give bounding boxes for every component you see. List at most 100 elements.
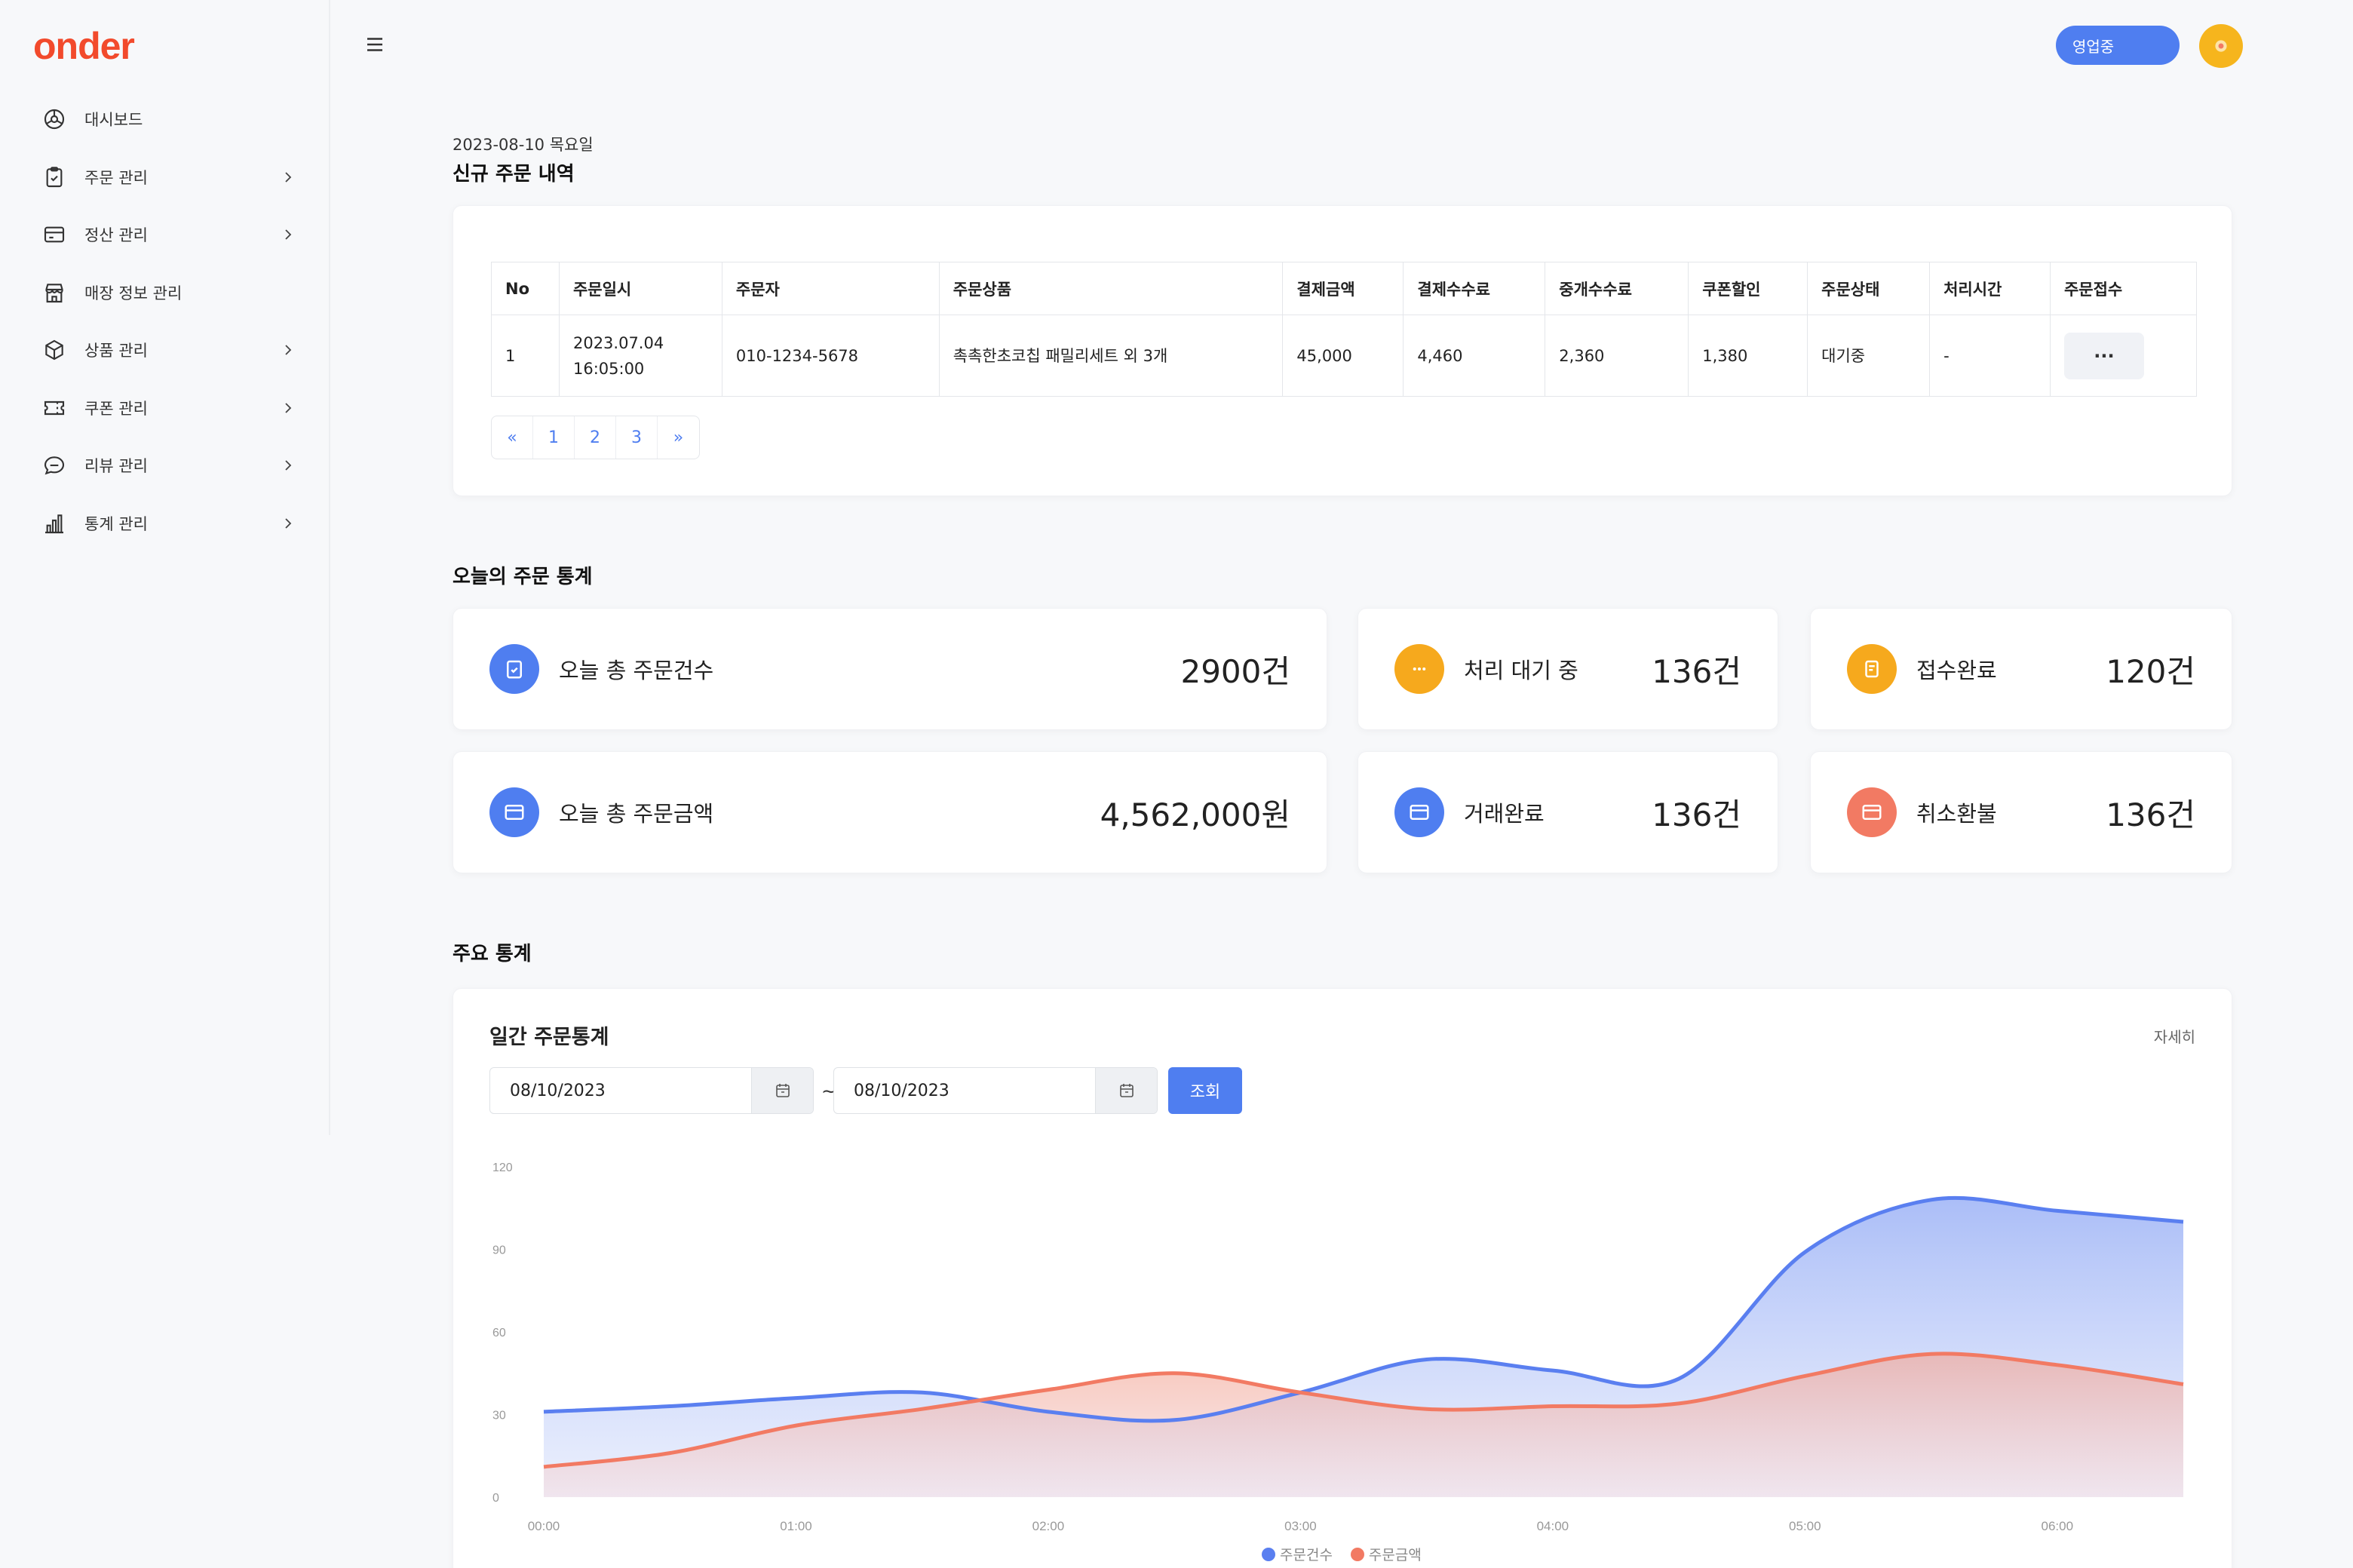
column-header-process-time: 처리시간	[1929, 262, 2051, 315]
sidebar-item-label: 리뷰 관리	[84, 457, 148, 476]
avatar[interactable]	[2199, 24, 2243, 68]
stat-label: 처리 대기 중	[1464, 658, 1578, 683]
cell-accept: ···	[2049, 315, 2198, 397]
hamburger-menu-icon[interactable]	[364, 33, 386, 56]
pagination-page-2[interactable]: 2	[575, 416, 616, 459]
chevron-right-icon	[285, 172, 292, 183]
new-orders-card: No 주문일시 주문자 주문상품 결제금액 결제수수료 중개수수료 쿠폰할인 주…	[452, 205, 2232, 496]
cell-customer: 010-1234-5678	[721, 315, 940, 397]
column-header-payment: 결제금액	[1282, 262, 1404, 315]
cell-process-time: -	[1929, 315, 2051, 397]
legend-label: 주문건수	[1280, 1547, 1333, 1563]
sidebar-item-reviews[interactable]: 리뷰 관리	[41, 437, 297, 495]
sidebar-item-label: 주문 관리	[84, 168, 148, 187]
column-header-order-date: 주문일시	[558, 262, 722, 315]
stat-card-accepted: 접수완료 120건	[1810, 608, 2232, 730]
daily-stats-card: 일간 주문통계 자세히 08/10/2023 ~ 08/10/2023 조회 0…	[452, 988, 2232, 1568]
chart-legend: 주문건수 주문금액	[1262, 1544, 1422, 1564]
y-tick-label: 0	[492, 1492, 499, 1505]
pagination: « 1 2 3 »	[491, 416, 700, 459]
column-header-no: No	[491, 262, 560, 315]
sidebar-item-coupons[interactable]: 쿠폰 관리	[41, 379, 297, 437]
page-title: 신규 주문 내역	[452, 163, 575, 186]
box-icon	[41, 336, 68, 364]
bar-chart-icon	[41, 510, 68, 537]
cell-no: 1	[491, 315, 560, 397]
sidebar-item-orders[interactable]: 주문 관리	[41, 149, 297, 207]
sidebar-item-label: 쿠폰 관리	[84, 399, 148, 418]
store-icon	[41, 279, 68, 306]
legend-item-orders[interactable]: 주문건수	[1262, 1544, 1333, 1564]
table-header-row: No 주문일시 주문자 주문상품 결제금액 결제수수료 중개수수료 쿠폰할인 주…	[491, 262, 2198, 315]
stat-label: 오늘 총 주문금액	[559, 801, 714, 827]
column-header-accept: 주문접수	[2049, 262, 2198, 315]
stat-label: 거래완료	[1464, 801, 1545, 827]
chevron-right-icon	[285, 403, 292, 413]
chat-icon	[41, 452, 68, 479]
column-header-product: 주문상품	[938, 262, 1284, 315]
cell-order-date: 2023.07.04 16:05:00	[558, 315, 722, 397]
stat-value: 136건	[1652, 652, 1741, 690]
cell-product: 촉촉한초코칩 패밀리세트 외 3개	[938, 315, 1284, 397]
store-status-toggle[interactable]: 영업중	[2056, 26, 2180, 65]
sidebar-item-label: 정산 관리	[84, 226, 148, 245]
y-tick-label: 120	[492, 1161, 513, 1174]
sidebar-item-label: 대시보드	[84, 111, 143, 130]
x-tick-label: 04:00	[1537, 1519, 1569, 1533]
sidebar-item-dashboard[interactable]: 대시보드	[41, 91, 297, 149]
orders-table: No 주문일시 주문자 주문상품 결제금액 결제수수료 중개수수료 쿠폰할인 주…	[491, 262, 2198, 397]
sidebar-item-products[interactable]: 상품 관리	[41, 321, 297, 379]
sidebar: onder 대시보드 주문 관리 정산 관리 매장 정보 관리 상품 관리 쿠폰…	[0, 0, 330, 1135]
order-date: 2023.07.04	[572, 333, 664, 352]
stat-card-pending: 처리 대기 중 136건	[1358, 608, 1778, 730]
sidebar-item-statistics[interactable]: 통계 관리	[41, 495, 297, 553]
stat-value: 136건	[2106, 796, 2195, 833]
order-time: 16:05:00	[572, 359, 645, 378]
legend-item-amount[interactable]: 주문금액	[1350, 1544, 1422, 1564]
sidebar-item-settlement[interactable]: 정산 관리	[41, 206, 297, 264]
sidebar-item-store-info[interactable]: 매장 정보 관리	[41, 264, 297, 322]
sidebar-item-label: 상품 관리	[84, 342, 148, 361]
pagination-first[interactable]: «	[492, 416, 533, 459]
stat-label: 취소환불	[1916, 801, 1997, 827]
brand-logo[interactable]: onder	[33, 24, 135, 68]
sidebar-nav: 대시보드 주문 관리 정산 관리 매장 정보 관리 상품 관리 쿠폰 관리 리뷰…	[41, 91, 297, 552]
cell-payment: 45,000	[1282, 315, 1404, 397]
x-tick-label: 05:00	[1789, 1519, 1821, 1533]
user-avatar-icon	[2215, 40, 2227, 52]
legend-dot	[1262, 1547, 1275, 1561]
chevron-right-icon	[285, 345, 292, 355]
pagination-last[interactable]: »	[658, 416, 699, 459]
today-stats-title: 오늘의 주문 통계	[452, 566, 593, 588]
pagination-page-3[interactable]: 3	[616, 416, 658, 459]
table-row[interactable]: 1 2023.07.04 16:05:00 010-1234-5678 촉촉한초…	[491, 315, 2198, 397]
current-date: 2023-08-10 목요일	[452, 136, 594, 154]
stat-card-refund: 취소환불 136건	[1810, 751, 2232, 873]
stat-value: 2900건	[1180, 652, 1290, 690]
stat-label: 접수완료	[1916, 658, 1997, 683]
pagination-page-1[interactable]: 1	[533, 416, 575, 459]
chevron-right-icon	[285, 460, 292, 471]
card-icon	[489, 787, 539, 837]
stat-value: 136건	[1652, 796, 1741, 833]
stat-label: 오늘 총 주문건수	[559, 658, 714, 683]
ellipsis-icon	[1394, 644, 1444, 694]
order-actions-button[interactable]: ···	[2063, 332, 2144, 379]
column-header-broker-fee: 중개수수료	[1545, 262, 1689, 315]
y-tick-label: 60	[492, 1327, 506, 1339]
legend-label: 주문금액	[1368, 1547, 1422, 1563]
chevron-right-icon	[285, 518, 292, 529]
column-header-coupon: 쿠폰할인	[1688, 262, 1808, 315]
cell-coupon: 1,380	[1688, 315, 1808, 397]
y-tick-label: 90	[492, 1244, 506, 1257]
column-header-status: 주문상태	[1807, 262, 1931, 315]
stat-card-total-amount: 오늘 총 주문금액 4,562,000원	[452, 751, 1327, 873]
sidebar-item-label: 매장 정보 관리	[84, 284, 183, 302]
clipboard-icon	[41, 164, 68, 191]
legend-dot	[1350, 1547, 1364, 1561]
cell-payment-fee: 4,460	[1403, 315, 1546, 397]
main-stats-title: 주요 통계	[452, 943, 532, 965]
clipboard-icon	[489, 644, 539, 694]
column-header-payment-fee: 결제수수료	[1403, 262, 1546, 315]
dashboard-icon	[41, 106, 68, 133]
